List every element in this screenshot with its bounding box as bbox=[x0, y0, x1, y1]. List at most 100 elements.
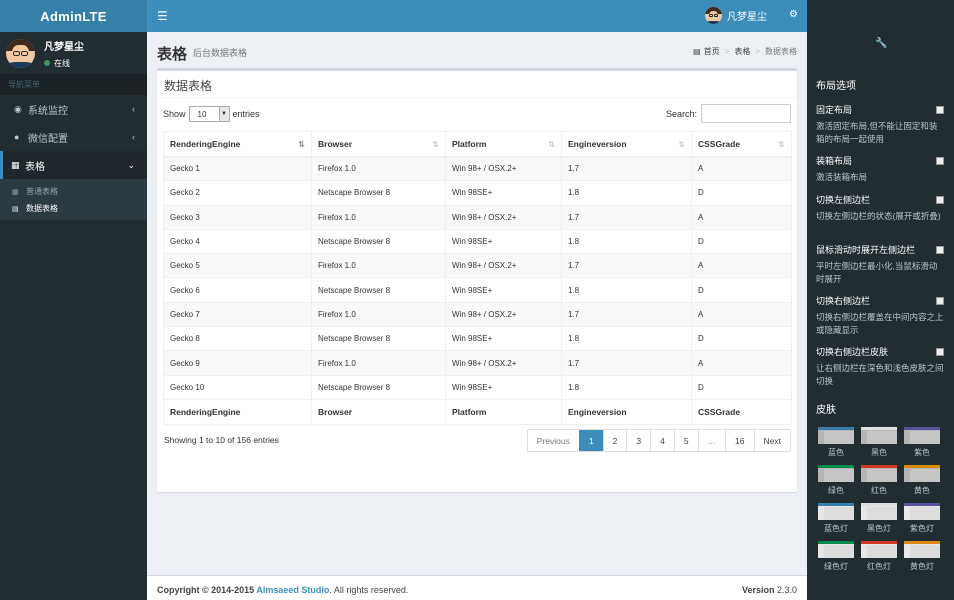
sort-icon: ⇅ bbox=[432, 140, 439, 149]
page-subtitle: 后台数据表格 bbox=[193, 48, 248, 58]
box-title: 数据表格 bbox=[164, 79, 213, 93]
table-row: Gecko 4 Netscape Browser 8 Win 98SE+ 1.8 D bbox=[163, 228, 792, 255]
sidebar-toggle-icon[interactable]: ☰ bbox=[157, 9, 168, 23]
sidebar-subitem-simple-table[interactable]: ▦ 普通表格 bbox=[0, 183, 147, 200]
table-cell: Win 98SE+ bbox=[445, 277, 562, 303]
table-cell: Gecko 4 bbox=[163, 228, 312, 255]
main-sidebar: AdminLTE 凡梦星尘 在线 导航菜单 ◉ 系统监控 ‹ ● 微信配置 ‹ … bbox=[0, 0, 147, 600]
page-next-button[interactable]: Next bbox=[753, 430, 790, 451]
skin-option[interactable]: 蓝色灯 bbox=[818, 503, 854, 534]
page-button-4[interactable]: 4 bbox=[650, 430, 674, 451]
table-icon: ▦ bbox=[11, 159, 20, 170]
sort-asc-icon: ⇅ bbox=[298, 140, 305, 149]
table-cell: D bbox=[691, 326, 792, 352]
sidebar-item-wechat[interactable]: ● 微信配置 ‹ bbox=[0, 123, 147, 151]
layout-options-title: 布局选项 bbox=[816, 81, 856, 92]
toggle-right-sidebar-checkbox[interactable] bbox=[936, 296, 944, 305]
table-row: Gecko 5 Firefox 1.0 Win 98+ / OSX.2+ 1.7 A bbox=[163, 253, 792, 279]
page-ellipsis: … bbox=[697, 430, 726, 451]
breadcrumb: ▤ 首页 > 表格 > 数据表格 bbox=[693, 46, 797, 57]
search-input[interactable] bbox=[701, 104, 791, 123]
user-status-text: 在线 bbox=[54, 58, 70, 68]
column-header-rendering-engine[interactable]: RenderingEngine ⇅ bbox=[163, 131, 312, 158]
page-button-5[interactable]: 5 bbox=[673, 430, 698, 451]
table-cell: Win 98+ / OSX.2+ bbox=[445, 301, 562, 328]
skin-option[interactable]: 黑色 bbox=[861, 427, 897, 458]
table-cell: 1.7 bbox=[561, 350, 692, 376]
table-cell: Win 98+ / OSX.2+ bbox=[445, 350, 562, 376]
wrench-icon[interactable]: 🔧 bbox=[875, 38, 887, 49]
entries-select[interactable]: 10 ▼ bbox=[188, 106, 230, 122]
table-row: Gecko 8 Netscape Browser 8 Win 98SE+ 1.8 D bbox=[163, 326, 792, 352]
skin-option[interactable]: 黄色 bbox=[904, 465, 940, 496]
skin-option[interactable]: 紫色 bbox=[904, 427, 940, 458]
top-user-menu[interactable]: 凡梦星尘 bbox=[705, 7, 767, 24]
column-header-css-grade[interactable]: CSSGrade ⇅ bbox=[691, 131, 792, 158]
fixed-layout-checkbox[interactable] bbox=[936, 105, 944, 114]
page-button-2[interactable]: 2 bbox=[602, 430, 627, 451]
skin-option[interactable]: 红色 bbox=[861, 465, 897, 496]
copyright: Copyright © 2014-2015 Almsaeed Studio. A… bbox=[157, 585, 409, 595]
user-panel: 凡梦星尘 在线 bbox=[0, 32, 147, 74]
chevron-left-icon: ‹ bbox=[132, 132, 135, 142]
chevron-down-icon: ⌄ bbox=[127, 159, 135, 170]
skin-swatch bbox=[904, 465, 940, 482]
skin-option[interactable]: 黄色灯 bbox=[904, 541, 940, 572]
sidebar-subitem-label: 数据表格 bbox=[26, 204, 58, 213]
skin-option[interactable]: 绿色 bbox=[818, 465, 854, 496]
skin-swatch bbox=[861, 427, 897, 444]
sidebar-item-tables[interactable]: ▦ 表格 ⌄ bbox=[0, 151, 147, 179]
table-cell: Firefox 1.0 bbox=[311, 253, 446, 279]
skin-option[interactable]: 红色灯 bbox=[861, 541, 897, 572]
gears-icon[interactable]: ⚙ bbox=[789, 9, 798, 20]
table-cell: Gecko 7 bbox=[163, 301, 312, 328]
right-sidebar-skin-checkbox[interactable] bbox=[936, 347, 944, 356]
option-toggle-left-sidebar: 切换左侧边栏 切换左侧边栏的状态(展开或折叠) bbox=[816, 193, 944, 223]
column-footer: Engineversion bbox=[561, 398, 692, 425]
option-fixed-layout: 固定布局 激活固定布局,但不能让固定和装箱的布局一起使用 bbox=[816, 103, 944, 146]
skin-option[interactable]: 黑色灯 bbox=[861, 503, 897, 534]
skin-option[interactable]: 蓝色 bbox=[818, 427, 854, 458]
column-header-platform[interactable]: Platform ⇅ bbox=[445, 131, 562, 158]
page-button-16[interactable]: 16 bbox=[725, 430, 754, 451]
skin-label: 黄色 bbox=[914, 486, 930, 495]
table-cell: 1.8 bbox=[561, 277, 692, 303]
skin-swatch bbox=[818, 465, 854, 482]
app-logo[interactable]: AdminLTE bbox=[0, 0, 147, 32]
column-header-browser[interactable]: Browser ⇅ bbox=[311, 131, 446, 158]
data-table-box: 数据表格 Show 10 ▼ entries Search: Rendering… bbox=[157, 68, 797, 492]
table-cell: Netscape Browser 8 bbox=[311, 228, 446, 255]
page-button-1[interactable]: 1 bbox=[578, 430, 603, 451]
skin-label: 红色灯 bbox=[867, 562, 891, 571]
breadcrumb-home[interactable]: 首页 bbox=[704, 46, 720, 57]
company-link[interactable]: Almsaeed Studio bbox=[256, 585, 329, 595]
dashboard-icon: ◉ bbox=[14, 103, 22, 114]
table-cell: Netscape Browser 8 bbox=[311, 374, 446, 400]
column-header-engine-version[interactable]: Engineversion ⇅ bbox=[561, 131, 692, 158]
table-cell: 1.8 bbox=[561, 326, 692, 352]
skin-option[interactable]: 绿色灯 bbox=[818, 541, 854, 572]
column-footer: Platform bbox=[445, 398, 562, 425]
toggle-left-sidebar-checkbox[interactable] bbox=[936, 195, 944, 204]
page-button-3[interactable]: 3 bbox=[626, 430, 651, 451]
breadcrumb-level1[interactable]: 表格 bbox=[734, 46, 750, 57]
expand-on-hover-checkbox[interactable] bbox=[936, 245, 944, 254]
top-user-avatar bbox=[705, 7, 722, 24]
table-row: Gecko 6 Netscape Browser 8 Win 98SE+ 1.8 D bbox=[163, 277, 792, 303]
table-cell: Gecko 5 bbox=[163, 253, 312, 279]
sidebar-item-monitor[interactable]: ◉ 系统监控 ‹ bbox=[0, 95, 147, 123]
skin-option[interactable]: 紫色灯 bbox=[904, 503, 940, 534]
page-previous-button[interactable]: Previous bbox=[527, 430, 579, 451]
table-cell: Firefox 1.0 bbox=[311, 204, 446, 230]
table-row: Gecko 1 Firefox 1.0 Win 98+ / OSX.2+ 1.7 A bbox=[163, 155, 792, 182]
sort-icon: ⇅ bbox=[678, 140, 685, 149]
table-cell: A bbox=[691, 253, 792, 279]
table-cell: 1.8 bbox=[561, 228, 692, 255]
sidebar-subitem-data-table[interactable]: ▤ 数据表格 bbox=[0, 200, 147, 217]
table-row: Gecko 2 Netscape Browser 8 Win 98SE+ 1.8 D bbox=[163, 180, 792, 206]
boxed-layout-checkbox[interactable] bbox=[936, 156, 944, 165]
skin-swatch bbox=[904, 503, 940, 520]
top-navbar: ☰ 凡梦星尘 ⚙ bbox=[147, 0, 807, 32]
table-cell: D bbox=[691, 277, 792, 303]
table-cell: Netscape Browser 8 bbox=[311, 326, 446, 352]
